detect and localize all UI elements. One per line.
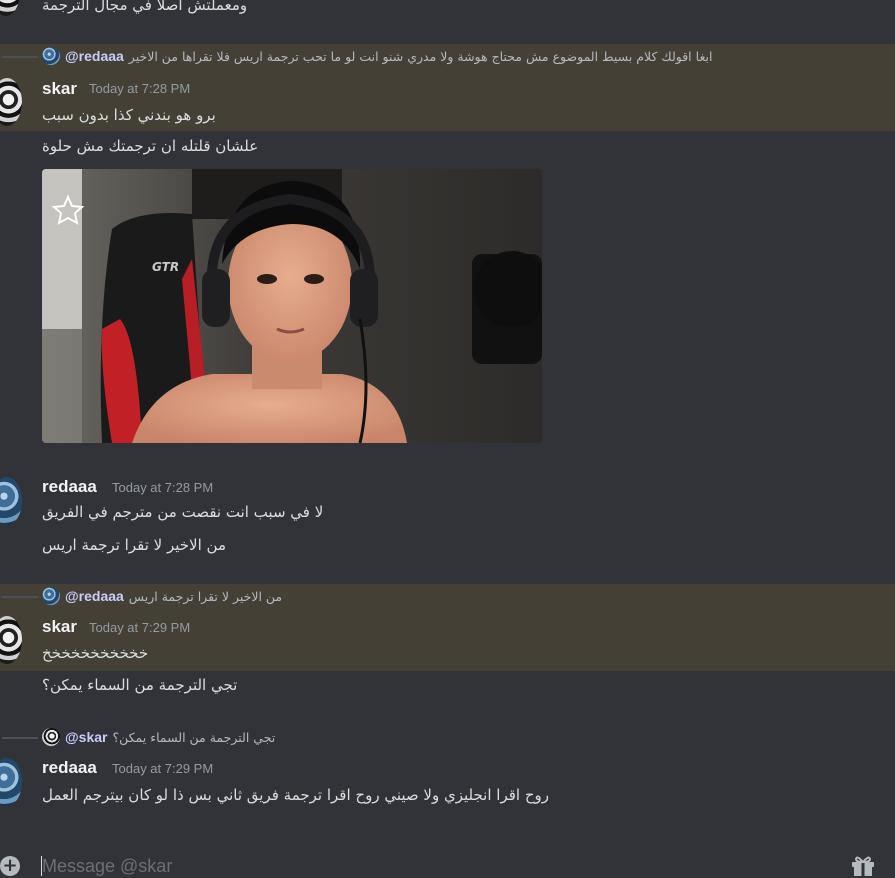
chair-logo-text: GTR [152,260,179,274]
message-text: لا في سبب انت نقصت من مترجم في الفريق [42,503,324,521]
reply-text[interactable]: ابغا اقولك كلام بسيط الموضوع مش محتاج هو… [129,49,713,64]
reply-avatar [42,47,60,65]
username[interactable]: skar [42,617,77,637]
plus-circle-icon[interactable]: + [0,856,20,876]
username[interactable]: redaaa [42,758,97,778]
timestamp: Today at 7:29 PM [89,620,191,635]
message-input[interactable] [42,854,742,878]
avatar[interactable] [0,0,20,16]
timestamp: Today at 7:28 PM [112,480,214,495]
reply-spine [2,56,38,58]
message-text: خخخخخخخخخخخ [42,644,149,662]
reply-text[interactable]: تجي الترجمة من السماء يمكن؟ [112,730,275,745]
reply-avatar [42,728,60,746]
username[interactable]: redaaa [42,477,97,497]
attachment-photo: GTR [42,169,542,443]
gift-icon[interactable] [850,854,876,876]
message-composer: + [0,852,895,878]
reply-preview[interactable]: @redaaa من الاخير لا تقرا ترجمة اريس [2,585,282,607]
username[interactable]: skar [42,79,77,99]
avatar[interactable] [0,477,22,525]
message-text: برو هو بندني كذا بدون سبب [42,106,216,124]
timestamp: Today at 7:28 PM [89,81,191,96]
reply-mention[interactable]: @skar [65,729,107,745]
reply-mention[interactable]: @redaaa [65,48,124,64]
reply-preview[interactable]: @skar تجي الترجمة من السماء يمكن؟ [2,726,275,748]
avatar[interactable] [0,758,22,806]
message-text: روح اقرا انجليزي ولا صيني روح اقرا ترجمة… [42,786,549,804]
reply-spine [2,737,38,739]
timestamp: Today at 7:29 PM [112,761,214,776]
reply-mention[interactable]: @redaaa [65,588,124,604]
message-text: ومعملتش أصلا في مجال الترجمة [42,0,248,14]
message-text: تجي الترجمة من السماء يمكن؟ [42,676,238,694]
reply-avatar [42,587,60,605]
reply-text[interactable]: من الاخير لا تقرا ترجمة اريس [129,589,282,604]
text-caret [41,856,42,876]
reply-spine [2,596,38,598]
image-attachment[interactable]: GTR [42,169,542,443]
reply-preview[interactable]: @redaaa ابغا اقولك كلام بسيط الموضوع مش … [2,45,713,67]
message-text: من الاخير لا تقرا ترجمة اريس [42,536,226,554]
message-text: علشان قلتله ان ترجمتك مش حلوة [42,137,259,155]
